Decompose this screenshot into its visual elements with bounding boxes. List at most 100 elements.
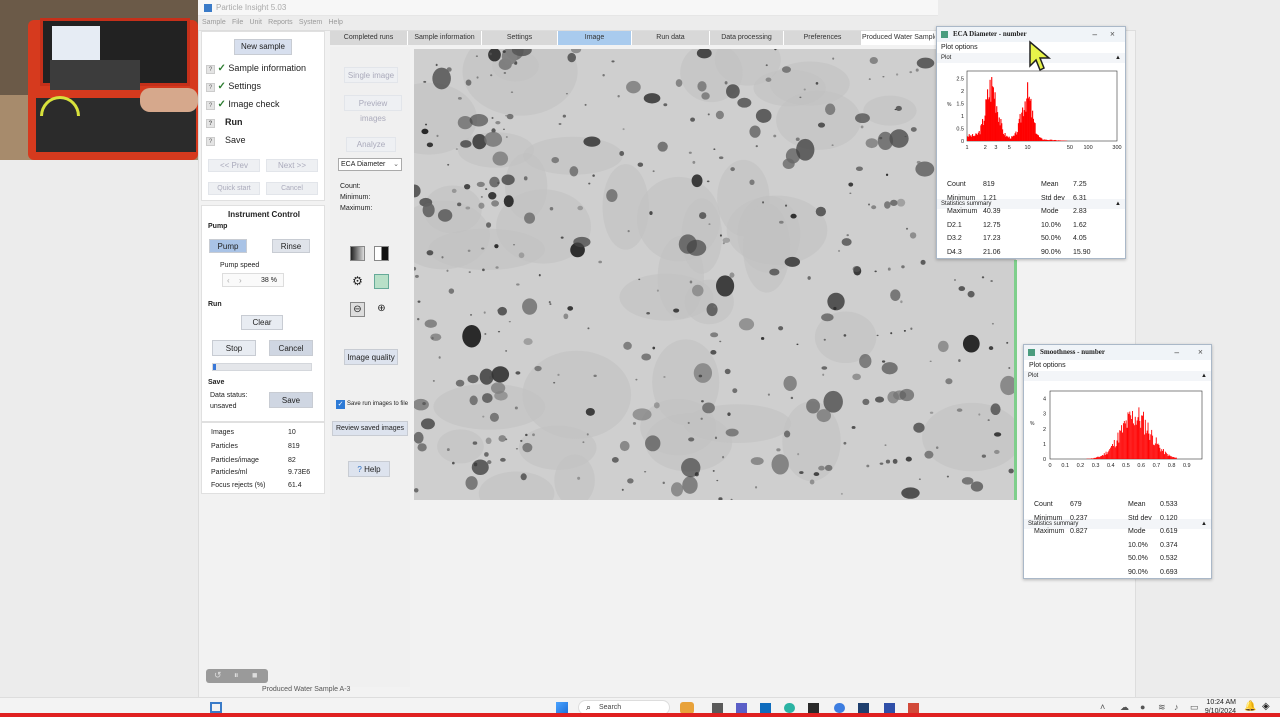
check-icon: ✓ (217, 81, 226, 92)
quick-start-button[interactable]: Quick start (208, 182, 260, 195)
menu-file[interactable]: File (232, 17, 243, 29)
edge-icon[interactable] (784, 703, 795, 713)
chevron-up-icon[interactable]: ˄ (1100, 702, 1105, 712)
collapse-icon[interactable]: ▲ (1115, 53, 1121, 63)
increase-icon[interactable]: › (239, 276, 242, 285)
particle-image[interactable] (380, 27, 1027, 516)
particle (693, 363, 713, 383)
particle (523, 176, 528, 181)
particle (692, 160, 696, 164)
app-icon[interactable] (858, 703, 869, 713)
color-swatch-icon[interactable] (374, 274, 389, 289)
run-cancel-button[interactable]: Cancel (269, 340, 313, 356)
menu-unit[interactable]: Unit (249, 17, 261, 29)
particle (502, 50, 506, 53)
particle (413, 488, 419, 493)
particle (524, 212, 536, 224)
close-icon[interactable]: × (1110, 27, 1115, 42)
gear-icon[interactable]: ⚙ (350, 274, 365, 289)
next-button[interactable]: Next >> (266, 159, 318, 172)
stat-label: 10.0% (1128, 541, 1148, 549)
notification-bell-icon[interactable]: 🔔 (1244, 701, 1256, 712)
particle (783, 430, 791, 438)
prev-button[interactable]: << Prev (208, 159, 260, 172)
preview-images-button[interactable]: Preview images (344, 95, 402, 123)
step-save[interactable]: ? Save (206, 135, 324, 153)
replay-icon[interactable]: ↺ (214, 670, 222, 681)
collapse-icon[interactable]: ▲ (1201, 371, 1207, 381)
new-sample-button[interactable]: New sample (234, 39, 292, 55)
menu-system[interactable]: System (299, 17, 322, 29)
zoom-in-icon[interactable]: ⊕ (374, 302, 389, 317)
contrast-icon[interactable] (350, 246, 365, 261)
tab-completed-runs[interactable]: Completed runs (330, 31, 408, 45)
minimize-icon[interactable]: – (1093, 27, 1098, 42)
pause-icon[interactable]: ⏸ (234, 670, 239, 681)
histogram-bar (1142, 415, 1144, 459)
clear-button[interactable]: Clear (241, 315, 283, 330)
particle (755, 108, 772, 123)
minimize-icon[interactable]: – (1175, 345, 1180, 360)
menu-sample[interactable]: Sample (202, 17, 226, 29)
save-button[interactable]: Save (269, 392, 313, 408)
tab-sample-information[interactable]: Sample information (408, 31, 482, 45)
review-saved-images-button[interactable]: Review saved images (332, 421, 408, 436)
single-image-button[interactable]: Single image (344, 67, 398, 83)
decrease-icon[interactable]: ‹ (227, 276, 230, 285)
zoom-out-icon[interactable]: ⊖ (350, 302, 365, 317)
particle (765, 64, 768, 67)
playback-controls[interactable]: ↺ ⏸ ■ (206, 669, 268, 683)
stat-value: 0.827 (1070, 528, 1088, 535)
y-tick-label: 1 (961, 114, 964, 120)
plot-section-header[interactable]: Plot ▲ (1024, 371, 1211, 381)
copilot-icon[interactable]: ◈ (1262, 701, 1270, 712)
particle (567, 306, 574, 311)
histogram-bar (1104, 454, 1106, 459)
image-quality-button[interactable]: Image quality (344, 349, 398, 365)
close-icon[interactable]: × (1198, 345, 1203, 360)
step-run[interactable]: ? Run (206, 117, 324, 135)
menu-help[interactable]: Help (329, 17, 343, 29)
help-button[interactable]: ? Help (348, 461, 390, 477)
wifi-icon[interactable]: ≋ (1158, 702, 1166, 713)
tab-data-processing[interactable]: Data processing (710, 31, 784, 45)
tab-settings[interactable]: Settings (482, 31, 558, 45)
pump-button[interactable]: Pump (209, 239, 247, 253)
stop-icon[interactable]: ■ (252, 670, 257, 680)
smoothness-window-titlebar[interactable]: Smoothness - number – × (1024, 345, 1211, 360)
analyze-button[interactable]: Analyze (346, 137, 396, 152)
tab-sample-name[interactable]: Produced Water Sample A-3 (862, 31, 936, 45)
workflow-cancel-button[interactable]: Cancel (266, 182, 318, 195)
tab-preferences[interactable]: Preferences (784, 31, 862, 45)
particle (885, 173, 889, 177)
outlook-icon[interactable] (760, 703, 771, 713)
file-explorer-icon[interactable] (712, 703, 723, 713)
particle (799, 471, 804, 475)
taskbar-time[interactable]: 10:24 AM (1206, 699, 1236, 706)
app-icon[interactable] (908, 703, 919, 713)
invert-icon[interactable] (374, 246, 389, 261)
pump-speed-stepper[interactable]: ‹ › 38 % (222, 273, 284, 287)
step-sample-information[interactable]: ? ✓ Sample information (206, 63, 324, 81)
app-icon[interactable] (884, 703, 895, 713)
cloud-icon[interactable]: ☁ (1120, 702, 1129, 713)
stop-button[interactable]: Stop (212, 340, 256, 356)
tab-image[interactable]: Image (558, 31, 632, 45)
save-run-images-checkbox[interactable]: ✓ (336, 400, 345, 409)
stat-value: 0.120 (1160, 514, 1178, 522)
particle (706, 180, 710, 183)
tab-run-data[interactable]: Run data (632, 31, 710, 45)
menu-reports[interactable]: Reports (268, 17, 293, 29)
step-image-check[interactable]: ? ✓ Image check (206, 99, 324, 117)
battery-icon[interactable]: ▭ (1190, 702, 1199, 713)
measure-select[interactable]: ECA Diameter ⌄ (338, 158, 402, 171)
rinse-button[interactable]: Rinse (272, 239, 310, 253)
task-view-icon[interactable] (210, 702, 222, 713)
microphone-icon[interactable]: ● (1140, 702, 1145, 712)
step-settings[interactable]: ? ✓ Settings (206, 81, 324, 99)
volume-icon[interactable]: ♪ (1174, 702, 1179, 712)
stat-label: Count (1034, 501, 1053, 508)
chrome-icon[interactable] (834, 703, 845, 713)
teams-icon[interactable] (736, 703, 747, 713)
app-icon[interactable] (808, 703, 819, 713)
